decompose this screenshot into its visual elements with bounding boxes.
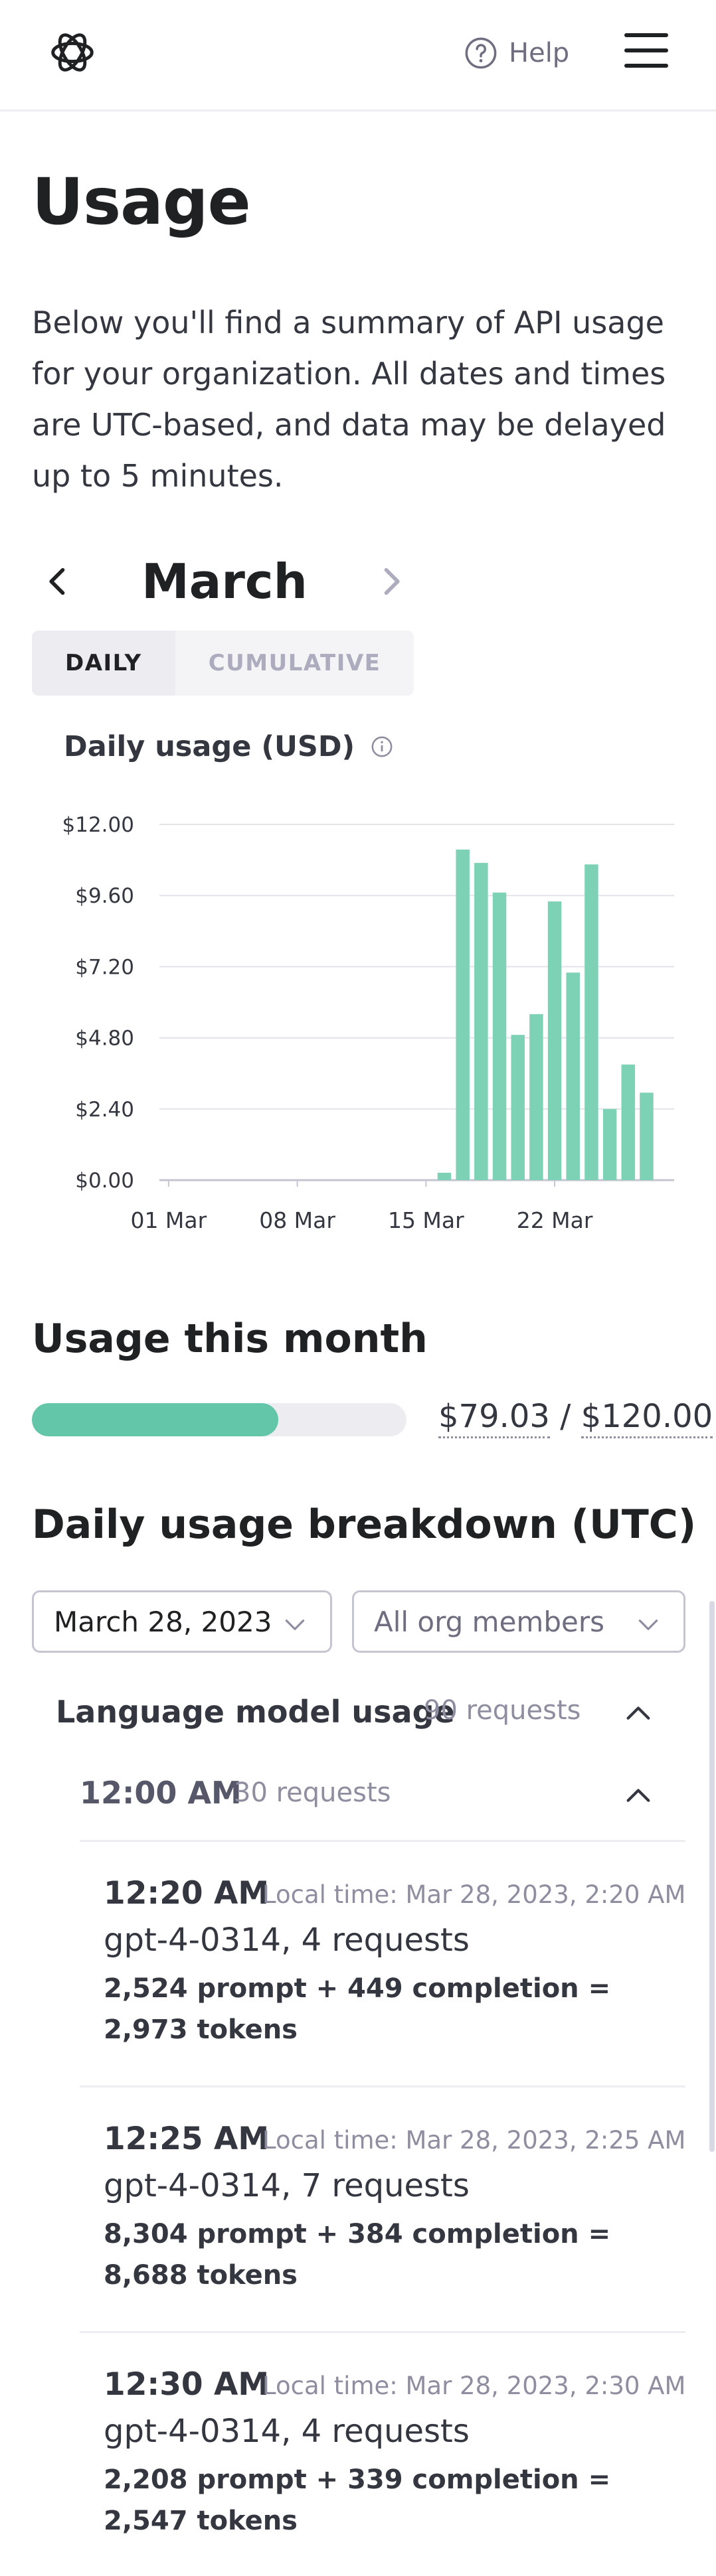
y-tick-label: $9.60 [75,884,134,908]
chevron-down-icon [638,1620,658,1630]
chart-bar [621,1064,636,1180]
top-bar: Help [0,0,716,112]
usage-progress-fill [32,1403,279,1436]
entry-model: gpt-4-0314, 7 requests [104,2167,470,2204]
hamburger-menu-icon[interactable] [624,33,668,68]
chevron-up-icon[interactable] [623,1780,654,1811]
y-tick-label: $0.00 [75,1169,134,1193]
tab-cumulative[interactable]: CUMULATIVE [175,631,414,696]
month-label: March [141,554,308,609]
usage-used[interactable]: $79.03 [438,1398,550,1438]
openai-logo-icon[interactable] [48,28,97,77]
y-tick-label: $2.40 [75,1098,134,1122]
usage-entry: 12:25 AM Local time: Mar 28, 2023, 2:25 … [80,2085,685,2331]
usage-separator: / [560,1398,571,1435]
entry-model: gpt-4-0314, 4 requests [104,2413,470,2450]
entry-local-time: Local time: Mar 28, 2023, 2:30 AM [262,2372,686,2400]
language-model-usage-header[interactable]: Language model usage 90 requests [56,1686,660,1739]
member-select[interactable]: All org members [352,1590,685,1653]
usage-limit[interactable]: $120.00 [581,1398,713,1438]
entry-model: gpt-4-0314, 4 requests [104,1922,470,1959]
chart-bar [529,1014,543,1180]
chart-bar [456,849,470,1180]
section-count: 90 requests [424,1695,581,1726]
usage-month-title: Usage this month [32,1316,428,1362]
chart-bar [547,901,562,1180]
chart-title-label: Daily usage (USD) [64,730,355,763]
member-select-value: All org members [374,1605,604,1638]
date-select[interactable]: March 28, 2023 [32,1590,332,1653]
breakdown-title: Daily usage breakdown (UTC) [32,1501,697,1548]
y-tick-label: $12.00 [62,813,134,837]
help-circle-icon [465,37,497,69]
section-label: Language model usage [56,1694,455,1730]
x-tick-label: 22 Mar [517,1207,593,1233]
help-label: Help [509,38,570,68]
tab-daily[interactable]: DAILY [32,631,175,696]
chevron-left-icon[interactable] [41,564,76,599]
info-icon[interactable] [371,735,393,758]
entry-time: 12:25 AM [104,2121,270,2157]
chart-bar [474,863,488,1180]
entry-tokens: 8,304 prompt + 384 completion = 8,688 to… [104,2219,611,2291]
entry-local-time: Local time: Mar 28, 2023, 2:20 AM [262,1880,686,1909]
usage-entry: 12:30 AM Local time: Mar 28, 2023, 2:30 … [80,2331,685,2576]
chart-bar [584,864,598,1180]
entry-time: 12:30 AM [104,2366,270,2403]
chevron-down-icon [285,1620,305,1630]
daily-usage-chart: $12.00 $9.60 $7.20 $4.80 $2.40 $0.00 01 Mar 08 … [62,813,674,1233]
usage-amount: $79.03 / $120.00 [438,1398,713,1438]
entry-tokens: 2,524 prompt + 449 completion = 2,973 to… [104,1973,611,2045]
x-tick-label: 08 Mar [259,1207,335,1233]
hour-count: 30 requests [234,1778,391,1808]
entry-tokens: 2,208 prompt + 339 completion = 2,547 to… [104,2464,611,2536]
month-navigator: March [32,551,417,611]
page-title: Usage [32,165,251,239]
hour-group-header[interactable]: 12:00 AM 30 requests [80,1768,662,1821]
scrollbar[interactable] [709,1601,715,2152]
usage-progress-bar [32,1403,406,1436]
chart-bar [566,972,581,1180]
date-select-value: March 28, 2023 [54,1605,272,1638]
y-tick-label: $7.20 [75,955,134,979]
y-tick-label: $4.80 [75,1027,134,1051]
chart-title: Daily usage (USD) [64,730,393,763]
chart-bar [602,1108,617,1180]
x-tick-label: 15 Mar [388,1207,464,1233]
intro-text: Below you'll find a summary of API usage… [32,305,666,494]
chevron-right-icon[interactable] [373,564,408,599]
usage-entry: 12:20 AM Local time: Mar 28, 2023, 2:20 … [80,1840,685,2085]
x-tick-label: 01 Mar [130,1207,207,1233]
chart-bar [511,1035,525,1180]
chart-bar [492,892,507,1180]
chart-bar [640,1093,654,1180]
chevron-up-icon[interactable] [623,1698,654,1728]
entry-local-time: Local time: Mar 28, 2023, 2:25 AM [262,2126,686,2155]
hour-label: 12:00 AM [80,1775,242,1811]
entry-time: 12:20 AM [104,1875,270,1912]
help-link[interactable]: Help [464,35,569,72]
view-toggle: DAILY CUMULATIVE [32,631,414,696]
chart-bar [437,1172,452,1180]
